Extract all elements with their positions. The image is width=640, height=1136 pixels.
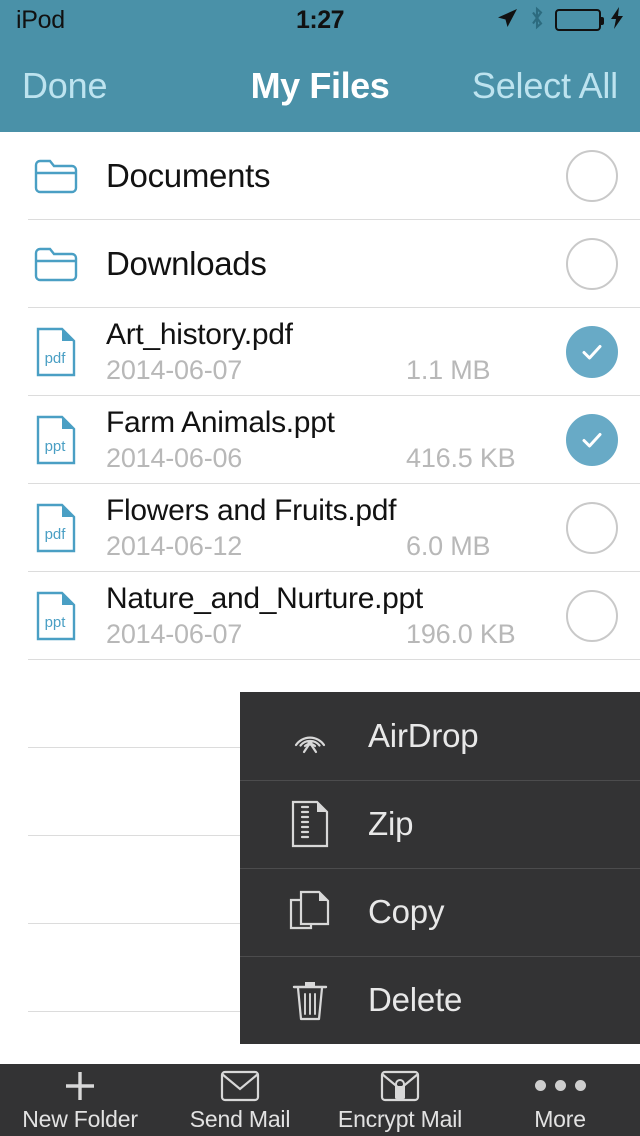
list-item-body: Flowers and Fruits.pdf 2014-06-12 6.0 MB [106,494,544,562]
list-item[interactable]: pdf Art_history.pdf 2014-06-07 1.1 MB [0,308,640,396]
list-item-body: Farm Animals.ppt 2014-06-06 416.5 KB [106,406,544,474]
file-date: 2014-06-06 [106,442,243,473]
list-item[interactable]: ppt Farm Animals.ppt 2014-06-06 416.5 KB [0,396,640,484]
list-item[interactable]: pdf Flowers and Fruits.pdf 2014-06-12 6.… [0,484,640,572]
svg-text:ppt: ppt [45,614,67,631]
list-item[interactable]: Documents [0,132,640,220]
toolbar-new-folder-button[interactable]: New Folder [0,1068,160,1133]
item-name: Downloads [106,245,267,282]
selection-toggle[interactable] [544,414,640,466]
menu-item-zip[interactable]: Zip [240,780,640,868]
charging-bolt-icon [610,6,624,34]
file-meta: 2014-06-12 6.0 MB [106,531,524,562]
copy-documents-icon [278,888,342,936]
menu-item-copy[interactable]: Copy [240,868,640,956]
checkbox-checked[interactable] [566,326,618,378]
list-item[interactable]: ppt Nature_and_Nurture.ppt 2014-06-07 19… [0,572,640,660]
svg-text:pdf: pdf [45,526,67,543]
pdf-file-icon: pdf [28,503,84,553]
toolbar-more-button[interactable]: More [480,1068,640,1133]
menu-separator [240,868,640,869]
location-arrow-icon [495,6,519,35]
file-name: Flowers and Fruits.pdf [106,494,397,528]
airdrop-icon [278,712,342,760]
toolbar-label: More [534,1105,586,1132]
bottom-toolbar: New Folder Send Mail Encrypt Mail More [0,1064,640,1136]
trash-can-icon [278,976,342,1024]
navigation-bar: Done My Files Select All [0,40,640,132]
folder-icon [28,158,84,194]
context-menu: AirDrop Zip Copy Delete [240,692,640,1044]
toolbar-encrypt-mail-button[interactable]: Encrypt Mail [320,1068,480,1133]
list-item-body: Art_history.pdf 2014-06-07 1.1 MB [106,318,544,386]
toolbar-label: Send Mail [189,1105,291,1132]
bluetooth-icon [528,6,546,35]
checkbox-unchecked[interactable] [566,238,618,290]
file-date: 2014-06-12 [106,530,243,561]
menu-item-delete[interactable]: Delete [240,956,640,1044]
svg-text:pdf: pdf [45,350,67,367]
folder-icon [28,246,84,282]
checkbox-unchecked[interactable] [566,502,618,554]
selection-toggle[interactable] [544,590,640,642]
menu-separator [240,780,640,781]
checkbox-unchecked[interactable] [566,150,618,202]
ppt-file-icon: ppt [28,415,84,465]
envelope-lock-icon [380,1068,420,1104]
file-date: 2014-06-07 [106,618,243,649]
file-size: 1.1 MB [406,354,491,385]
toolbar-label: Encrypt Mail [337,1105,463,1132]
zip-file-icon [278,800,342,848]
done-button[interactable]: Done [22,65,107,107]
selection-toggle[interactable] [544,326,640,378]
status-bar: iPod 1:27 [0,0,640,40]
checkbox-unchecked[interactable] [566,590,618,642]
list-item-body: Nature_and_Nurture.ppt 2014-06-07 196.0 … [106,582,544,650]
selection-toggle[interactable] [544,502,640,554]
item-name: Documents [106,157,271,194]
file-name: Nature_and_Nurture.ppt [106,582,423,616]
battery-icon [555,9,604,31]
file-date: 2014-06-07 [106,354,243,385]
ppt-file-icon: ppt [28,591,84,641]
menu-item-airdrop[interactable]: AirDrop [240,692,640,780]
menu-separator [240,956,640,957]
list-item[interactable]: Downloads [0,220,640,308]
file-name: Farm Animals.ppt [106,406,335,440]
svg-text:ppt: ppt [45,438,67,455]
checkbox-checked[interactable] [566,414,618,466]
file-name: Art_history.pdf [106,318,293,352]
plus-icon [62,1068,98,1104]
list-item-body: Documents [106,157,544,195]
file-size: 196.0 KB [406,618,516,649]
file-size: 6.0 MB [406,530,491,561]
list-item-body: Downloads [106,245,544,283]
select-all-button[interactable]: Select All [472,65,618,107]
toolbar-send-mail-button[interactable]: Send Mail [160,1068,320,1133]
menu-item-label: Copy [368,893,445,930]
file-meta: 2014-06-06 416.5 KB [106,443,524,474]
selection-toggle[interactable] [544,150,640,202]
envelope-icon [220,1068,260,1104]
status-indicators [495,6,624,35]
file-meta: 2014-06-07 196.0 KB [106,619,524,650]
selection-toggle[interactable] [544,238,640,290]
pdf-file-icon: pdf [28,327,84,377]
menu-item-label: AirDrop [368,717,479,754]
ellipsis-icon [534,1068,586,1104]
file-size: 416.5 KB [406,442,516,473]
menu-item-label: Delete [368,981,463,1018]
menu-item-label: Zip [368,805,414,842]
file-meta: 2014-06-07 1.1 MB [106,355,524,386]
toolbar-label: New Folder [22,1105,138,1132]
